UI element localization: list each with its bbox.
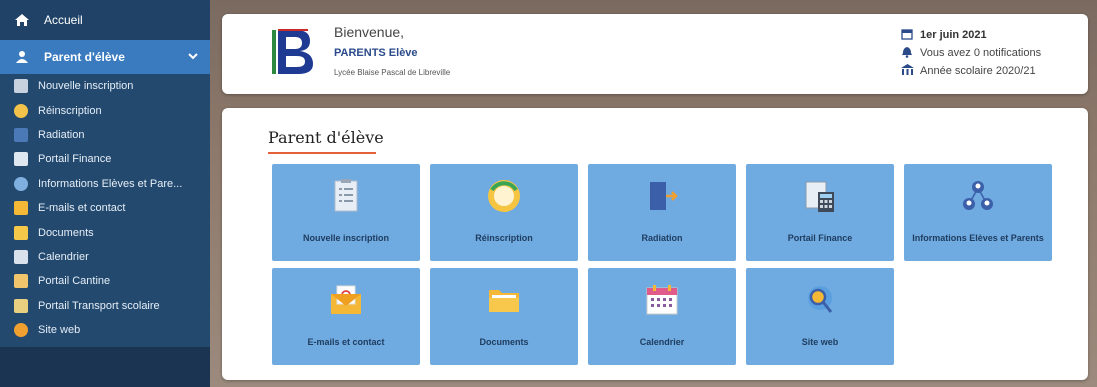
sidebar-item-accueil[interactable]: Accueil xyxy=(0,0,210,40)
sidebar-item[interactable]: Calendrier xyxy=(0,245,210,269)
tile-label: Site web xyxy=(801,337,839,347)
sidebar-item-icon xyxy=(14,298,28,313)
sidebar-item-label: Informations Elèves et Pare... xyxy=(38,177,183,190)
tile-label: E-mails et contact xyxy=(307,337,385,347)
sidebar-item-label: Portail Transport scolaire xyxy=(38,299,160,312)
folder-icon xyxy=(486,282,522,318)
notifications-row[interactable]: Vous avez 0 notifications xyxy=(900,44,1041,62)
sidebar-section-parent[interactable]: Parent d'élève xyxy=(0,40,210,74)
tile-label: Nouvelle inscription xyxy=(302,233,389,243)
sidebar-item-label: E-mails et contact xyxy=(38,202,126,215)
tile-email-envelope[interactable]: E-mails et contact xyxy=(272,268,420,365)
sidebar-item[interactable]: Réinscription xyxy=(0,98,210,122)
tile-web-search[interactable]: Site web xyxy=(746,268,894,365)
sidebar-item-icon xyxy=(14,201,28,216)
date-row: 1er juin 2021 xyxy=(900,26,1041,44)
tile-checklist[interactable]: Nouvelle inscription xyxy=(272,164,420,261)
sidebar-item-label: Radiation xyxy=(38,128,85,141)
tile-people-network[interactable]: Informations Elèves et Parents xyxy=(904,164,1052,261)
bell-icon xyxy=(900,46,914,61)
home-icon xyxy=(14,13,30,27)
tile-exit-door[interactable]: Radiation xyxy=(588,164,736,261)
finance-calculator-icon xyxy=(802,178,838,214)
sidebar-item-label: Nouvelle inscription xyxy=(38,80,134,93)
sidebar-item[interactable]: Portail Transport scolaire xyxy=(0,294,210,318)
sidebar-item[interactable]: Nouvelle inscription xyxy=(0,74,210,98)
header-card: Bienvenue, PARENTS Elève Lycée Blaise Pa… xyxy=(222,14,1088,94)
calendar-icon xyxy=(644,282,680,318)
sidebar-item[interactable]: E-mails et contact xyxy=(0,196,210,220)
user-icon xyxy=(14,50,30,64)
sidebar-item-icon xyxy=(14,176,28,191)
tile-label: Portail Finance xyxy=(787,233,853,243)
chevron-down-icon xyxy=(188,52,198,63)
school-year-text: Année scolaire 2020/21 xyxy=(920,65,1036,77)
sidebar-item-label: Portail Finance xyxy=(38,153,112,166)
sidebar-item-label: Accueil xyxy=(44,13,83,27)
sidebar-item-icon xyxy=(14,225,28,240)
sidebar-item-icon xyxy=(14,323,28,338)
sidebar-item-label: Portail Cantine xyxy=(38,275,111,288)
exit-door-icon xyxy=(644,178,680,214)
calendar-icon xyxy=(900,28,914,43)
sidebar-item-label: Réinscription xyxy=(38,104,102,117)
current-date: 1er juin 2021 xyxy=(920,29,987,41)
tile-finance-calculator[interactable]: Portail Finance xyxy=(746,164,894,261)
refresh-circle-icon xyxy=(486,178,522,214)
sidebar-item-label: Calendrier xyxy=(38,250,89,263)
sidebar-item[interactable]: Portail Cantine xyxy=(0,269,210,293)
user-name: PARENTS Elève xyxy=(334,47,418,59)
school-year-row: Année scolaire 2020/21 xyxy=(900,62,1041,80)
sidebar-item-label: Site web xyxy=(38,324,81,337)
web-search-icon xyxy=(802,282,838,318)
sidebar-item[interactable]: Informations Elèves et Pare... xyxy=(0,172,210,196)
sidebar-item[interactable]: Site web xyxy=(0,318,210,342)
tile-label: Documents xyxy=(479,337,529,347)
page-title: Parent d'élève xyxy=(268,128,384,147)
tile-calendar[interactable]: Calendrier xyxy=(588,268,736,365)
school-logo xyxy=(270,26,316,78)
sidebar-item-icon xyxy=(14,249,28,264)
school-building-icon xyxy=(900,63,914,79)
sidebar-section-label: Parent d'élève xyxy=(44,50,125,64)
sidebar-item-icon xyxy=(14,79,28,94)
sidebar-item-icon xyxy=(14,103,28,118)
sidebar-item[interactable]: Radiation xyxy=(0,123,210,147)
tile-label: Radiation xyxy=(641,233,683,243)
email-envelope-icon xyxy=(328,282,364,318)
notifications-text: Vous avez 0 notifications xyxy=(920,47,1042,59)
sidebar-item-icon xyxy=(14,127,28,142)
sidebar-item[interactable]: Documents xyxy=(0,220,210,244)
sidebar-item-icon xyxy=(14,274,28,289)
title-underline xyxy=(268,152,376,154)
tile-label: Informations Elèves et Parents xyxy=(912,233,1044,243)
people-network-icon xyxy=(960,178,996,214)
sidebar-item-label: Documents xyxy=(38,226,94,239)
sidebar-item-icon xyxy=(14,152,28,167)
tile-label: Réinscription xyxy=(475,233,533,243)
sidebar-item[interactable]: Portail Finance xyxy=(0,147,210,171)
tile-label: Calendrier xyxy=(639,337,685,347)
tile-refresh-circle[interactable]: Réinscription xyxy=(430,164,578,261)
main-card: Parent d'élève Nouvelle inscription Réins… xyxy=(222,108,1088,380)
checklist-icon xyxy=(328,178,364,214)
header-info: 1er juin 2021 Vous avez 0 notifications … xyxy=(900,26,1041,80)
sidebar-footer xyxy=(0,347,210,387)
welcome-text: Bienvenue, xyxy=(334,24,405,40)
school-name: Lycée Blaise Pascal de Libreville xyxy=(334,68,451,77)
sidebar: Accueil Parent d'élève Nouvelle inscript… xyxy=(0,0,210,387)
tile-folder[interactable]: Documents xyxy=(430,268,578,365)
